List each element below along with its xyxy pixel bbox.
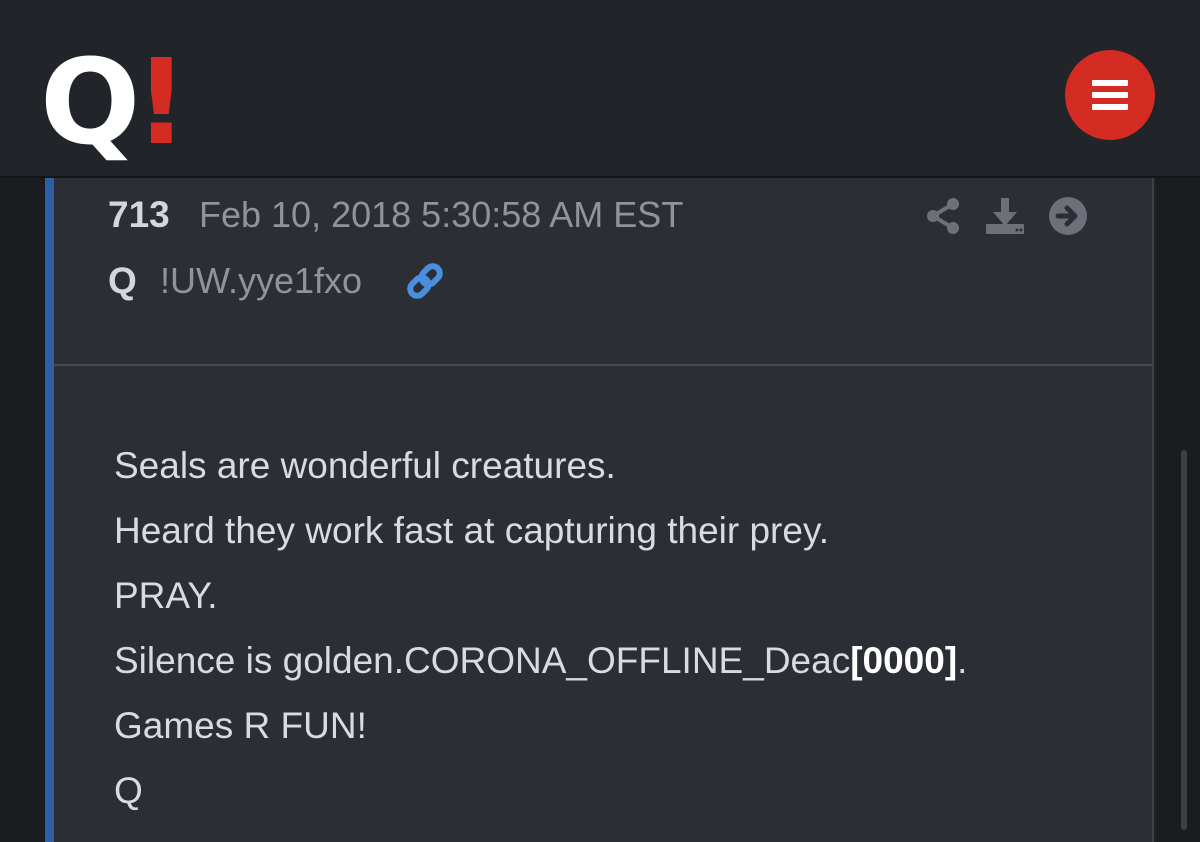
download-icon[interactable] — [984, 196, 1026, 241]
site-logo[interactable]: Q ! — [40, 33, 189, 171]
post-line-text: Silence is golden.CORONA_OFFLINE_Deac — [114, 640, 851, 681]
post-number[interactable]: 713 — [108, 194, 170, 236]
post-card: 713 Feb 10, 2018 5:30:58 AM EST Q !UW.yy… — [54, 178, 1154, 842]
post-accent-bar — [45, 178, 54, 842]
post-line: Heard they work fast at capturing their … — [114, 510, 829, 551]
post-line-text: . — [957, 640, 968, 681]
share-icon[interactable] — [924, 196, 964, 241]
left-gutter — [0, 178, 45, 842]
post-line: Silence is golden.CORONA_OFFLINE_Deac[00… — [114, 628, 1114, 693]
post-author: Q — [108, 260, 137, 301]
link-icon[interactable] — [404, 260, 446, 307]
post-line: Games R FUN! — [114, 705, 367, 746]
post-line: PRAY. — [114, 575, 218, 616]
tripcode: !UW.yye1fxo — [160, 260, 363, 301]
right-gutter — [1156, 178, 1200, 842]
post-body: Seals are wonderful creatures. Heard the… — [114, 433, 1114, 823]
top-bar: Q ! — [0, 0, 1200, 178]
post-header: 713 Feb 10, 2018 5:30:58 AM EST Q !UW.yy… — [54, 178, 1152, 366]
hamburger-menu-icon — [1092, 80, 1128, 110]
arrow-right-circle-icon[interactable] — [1048, 196, 1088, 241]
post-line: Q — [114, 770, 143, 811]
logo-letter: Q — [40, 33, 140, 171]
post-line: Seals are wonderful creatures. — [114, 445, 616, 486]
post-timestamp: Feb 10, 2018 5:30:58 AM EST — [199, 194, 684, 235]
post-line-bold: [0000] — [850, 640, 958, 681]
menu-button[interactable] — [1065, 50, 1155, 140]
scrollbar-thumb[interactable] — [1181, 450, 1187, 830]
logo-exclamation: ! — [134, 33, 189, 171]
